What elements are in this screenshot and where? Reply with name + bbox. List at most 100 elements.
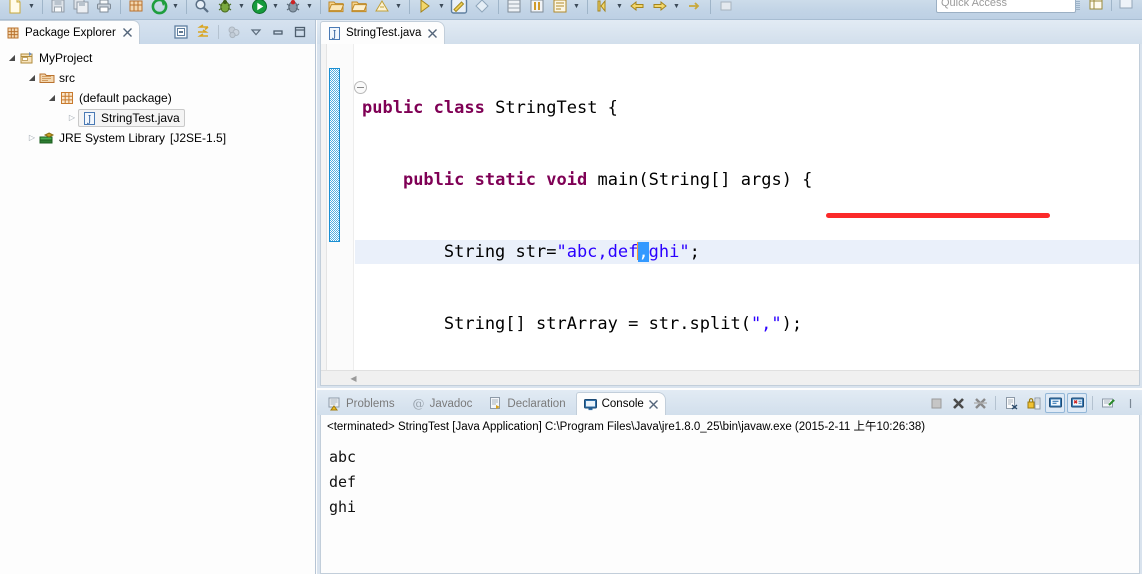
console-view: Problems @ Javadoc Declaration Console <… (317, 390, 1142, 574)
new-wizard-button[interactable] (4, 0, 26, 17)
toolbar-separator (995, 396, 996, 410)
forward-button[interactable] (649, 0, 671, 17)
new-java-project-button[interactable] (371, 0, 393, 17)
console-tab-label: Javadoc (429, 397, 473, 410)
tree-item-src[interactable]: ◢ src (0, 68, 315, 88)
debug-dropdown-arrow[interactable]: ▼ (237, 0, 246, 17)
remove-launch-button[interactable] (948, 393, 968, 413)
editor-body[interactable]: public class StringTest { public static … (320, 44, 1140, 386)
collapse-arrow-icon[interactable]: ▷ (26, 128, 38, 148)
console-view-menu-button[interactable] (1120, 393, 1140, 413)
console-tabbar: Problems @ Javadoc Declaration Console (317, 390, 1142, 415)
save-button[interactable] (47, 0, 69, 17)
toolbar-button-group: ▼ ▼ ▼ ▼ ▼ ▼ ▼ ▼ ▼ ▼ (4, 0, 738, 18)
main-toolbar: ▼ ▼ ▼ ▼ ▼ ▼ ▼ ▼ ▼ ▼ Quick Access (0, 0, 1142, 20)
run-button[interactable] (248, 0, 270, 17)
close-icon[interactable] (648, 399, 659, 410)
misc-toolbar-button[interactable] (715, 0, 737, 17)
collapse-all-button[interactable] (171, 22, 191, 42)
new-wizard-dropdown-arrow[interactable]: ▼ (27, 0, 36, 17)
previous-edit-button[interactable] (526, 0, 548, 17)
close-icon[interactable] (122, 27, 133, 38)
save-all-button[interactable] (70, 0, 92, 17)
skip-breakpoints-button[interactable] (503, 0, 525, 17)
prev-annotation-button[interactable] (592, 0, 614, 17)
tree-item-suffix: [J2SE-1.5] (170, 131, 227, 145)
word-wrap-button[interactable] (1045, 393, 1065, 413)
console-output-line: ghi (329, 498, 357, 516)
coverage-button[interactable] (282, 0, 304, 17)
declaration-icon (488, 396, 503, 411)
back-button[interactable] (626, 0, 648, 17)
collapse-arrow-icon[interactable]: ▷ (66, 108, 78, 128)
new-java-package-button[interactable] (125, 0, 147, 17)
show-console-on-output-button[interactable] (1067, 393, 1087, 413)
expand-arrow-icon[interactable]: ◢ (46, 88, 58, 108)
console-body[interactable]: <terminated> StringTest [Java Applicatio… (320, 415, 1140, 574)
expand-arrow-icon[interactable]: ◢ (26, 68, 38, 88)
mark-occurrences-button[interactable] (471, 0, 493, 17)
next-edit-dropdown-arrow[interactable]: ▼ (572, 0, 581, 17)
print-button[interactable] (93, 0, 115, 17)
next-annotation-button[interactable] (414, 0, 436, 17)
new-java-project-dropdown-arrow[interactable]: ▼ (394, 0, 403, 17)
scroll-lock-button[interactable] (1023, 393, 1043, 413)
console-tab-label: Problems (346, 397, 395, 410)
tab-javadoc[interactable]: @ Javadoc (405, 392, 483, 415)
external-tools-dropdown-arrow[interactable]: ▼ (171, 0, 180, 17)
last-edit-location-button[interactable] (448, 0, 470, 17)
debug-button[interactable] (214, 0, 236, 17)
minimize-button[interactable] (268, 22, 288, 42)
console-output-line: abc (329, 448, 357, 466)
next-edit-button[interactable] (549, 0, 571, 17)
chevron-down-icon[interactable] (246, 22, 266, 42)
expand-arrow-icon[interactable]: ◢ (6, 48, 18, 68)
toolbar-separator (186, 0, 187, 14)
open-console-button[interactable] (1098, 393, 1118, 413)
editor-area: J StringTest.java public class StringTes… (317, 20, 1142, 388)
open-perspective-button[interactable] (1085, 0, 1107, 14)
coverage-dropdown-arrow[interactable]: ▼ (305, 0, 314, 17)
code-text[interactable]: public class StringTest { public static … (355, 44, 1139, 370)
project-tree[interactable]: ◢ MyProject ◢ src ◢ (default package) ▷ … (0, 44, 315, 574)
tab-console[interactable]: Console (575, 392, 666, 415)
remove-all-terminated-button[interactable] (970, 393, 990, 413)
tree-item-jre-system-library[interactable]: ▷ JRE System Library [J2SE-1.5] (0, 128, 315, 148)
close-icon[interactable] (427, 28, 438, 39)
tree-item-label: JRE System Library (59, 131, 166, 145)
link-with-editor-button[interactable] (193, 22, 213, 42)
tree-item-myproject[interactable]: ◢ MyProject (0, 48, 315, 68)
terminate-button[interactable] (926, 393, 946, 413)
tree-item-stringtest-java[interactable]: ▷ J StringTest.java (0, 108, 315, 128)
console-output-line: def (329, 473, 357, 491)
open-type-button[interactable] (325, 0, 347, 17)
perspective-java-button[interactable] (1115, 0, 1137, 14)
maximize-button[interactable] (290, 22, 310, 42)
perspective-separator (1111, 0, 1112, 11)
next-annotation-dropdown-arrow[interactable]: ▼ (437, 0, 446, 17)
clear-console-button[interactable] (1001, 393, 1021, 413)
view-filter-button[interactable] (224, 22, 244, 42)
prev-annotation-dropdown-arrow[interactable]: ▼ (615, 0, 624, 17)
red-underline-annotation (826, 213, 1050, 218)
toolbar-separator (42, 0, 43, 14)
search-button[interactable] (191, 0, 213, 17)
quick-access-input[interactable]: Quick Access (936, 0, 1076, 13)
perspective-gripper[interactable] (1075, 0, 1080, 11)
console-output[interactable]: abc def ghi (321, 437, 1139, 520)
external-tools-button[interactable] (148, 0, 170, 17)
tab-problems[interactable]: Problems (321, 392, 405, 415)
library-icon (38, 130, 56, 146)
forward-dropdown-arrow[interactable]: ▼ (672, 0, 681, 17)
tab-stringtest-java[interactable]: J StringTest.java (320, 21, 446, 44)
step-filter-button[interactable] (683, 0, 705, 17)
java-file-icon: J (327, 26, 342, 41)
tab-package-explorer[interactable]: Package Explorer (0, 20, 140, 44)
scroll-left-icon[interactable]: ◀ (346, 371, 361, 386)
open-task-button[interactable] (348, 0, 370, 17)
toolbar-separator (1092, 396, 1093, 410)
editor-horizontal-scrollbar[interactable]: ◀ (321, 370, 1139, 385)
tab-declaration[interactable]: Declaration (482, 392, 575, 415)
run-dropdown-arrow[interactable]: ▼ (271, 0, 280, 17)
tree-item-default-package[interactable]: ◢ (default package) (0, 88, 315, 108)
